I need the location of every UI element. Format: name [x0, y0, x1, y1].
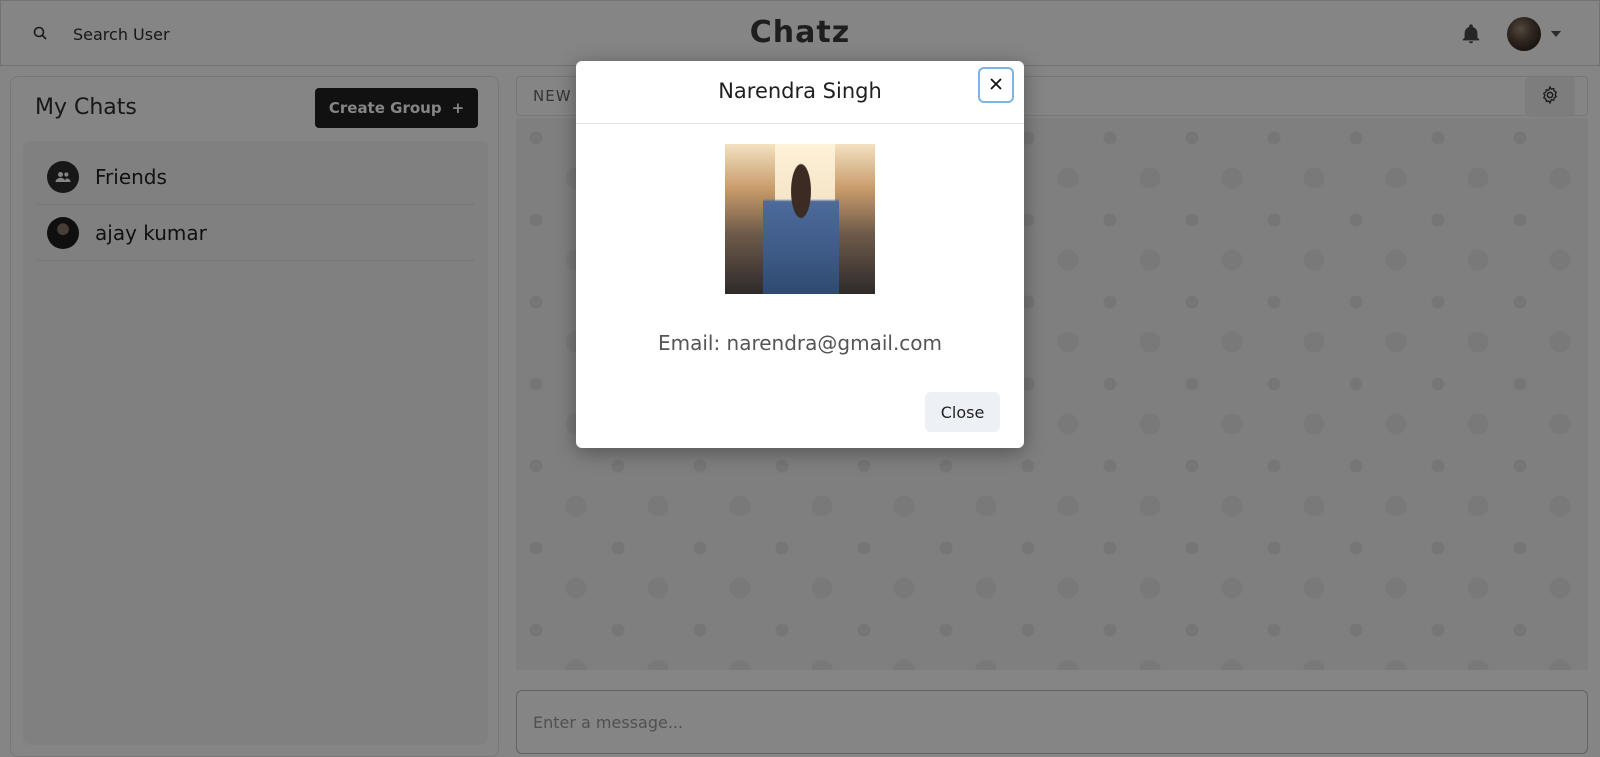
user-email: Email: narendra@gmail.com: [657, 331, 943, 355]
profile-photo: [725, 144, 875, 294]
profile-modal: Narendra Singh Email: narendra@gmail.com…: [576, 61, 1024, 448]
modal-close-x-button[interactable]: [978, 67, 1014, 103]
close-icon: [989, 76, 1003, 95]
modal-title: Narendra Singh: [718, 79, 882, 103]
modal-header: Narendra Singh: [576, 61, 1024, 124]
close-button[interactable]: Close: [925, 392, 1000, 432]
